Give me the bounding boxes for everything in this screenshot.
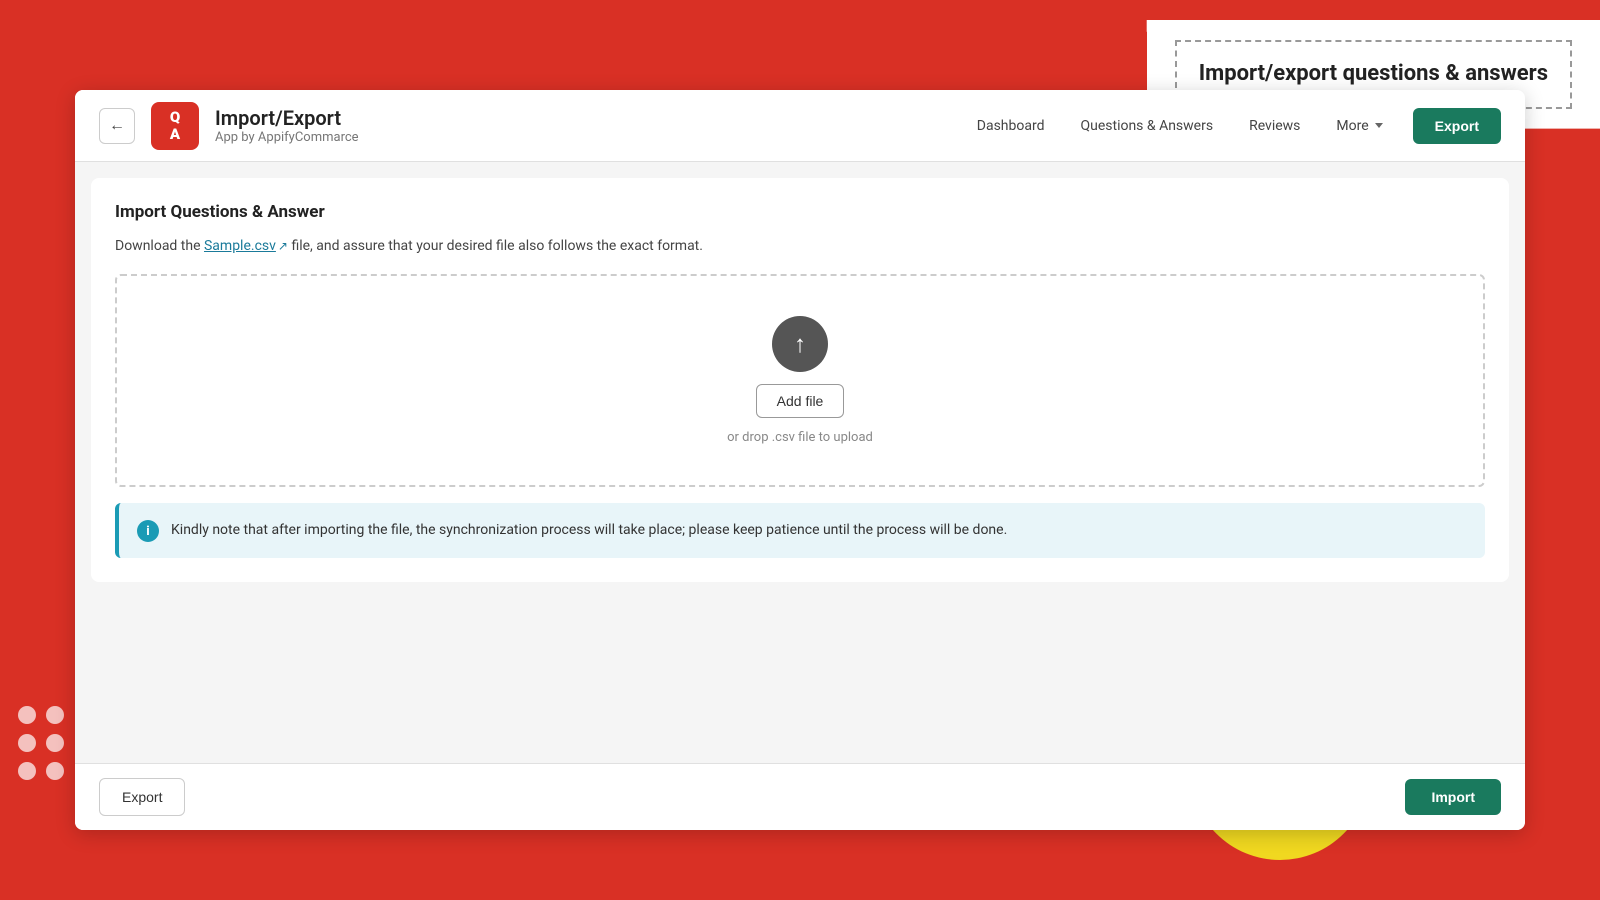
drop-hint-text: or drop .csv file to upload (727, 430, 873, 445)
info-icon: i (137, 520, 159, 542)
header-export-button[interactable]: Export (1413, 108, 1501, 144)
tooltip-title: Import/export questions & answers (1199, 60, 1548, 89)
info-alert: i Kindly note that after importing the f… (115, 503, 1485, 558)
nav-bar: Dashboard Questions & Answers Reviews Mo… (963, 110, 1397, 142)
nav-qa[interactable]: Questions & Answers (1066, 110, 1227, 142)
app-title-group: Import/Export App by AppifyCommarce (215, 106, 947, 145)
nav-dashboard[interactable]: Dashboard (963, 110, 1059, 142)
app-window: ← QA Import/Export App by AppifyCommarce… (75, 90, 1525, 830)
info-paragraph: Download the Sample.csv↗ file, and assur… (115, 238, 1485, 254)
upload-dropzone[interactable]: ↑ Add file or drop .csv file to upload (115, 274, 1485, 487)
app-content: Import Questions & Answer Download the S… (75, 178, 1525, 582)
footer-export-button[interactable]: Export (99, 778, 185, 816)
alert-message: Kindly note that after importing the fil… (171, 519, 1007, 541)
section-title: Import Questions & Answer (115, 202, 1485, 222)
app-footer: Export Import (75, 763, 1525, 830)
nav-more-label: More (1336, 118, 1368, 134)
add-file-button[interactable]: Add file (756, 384, 845, 418)
back-icon: ← (109, 117, 125, 135)
app-logo: QA (151, 102, 199, 150)
upload-icon: ↑ (772, 316, 828, 372)
chevron-down-icon (1375, 123, 1383, 128)
upload-arrow-icon: ↑ (794, 332, 806, 356)
sample-csv-link[interactable]: Sample.csv↗ (204, 238, 288, 254)
app-header: ← QA Import/Export App by AppifyCommarce… (75, 90, 1525, 162)
decorative-dots-left (18, 706, 64, 780)
app-title: Import/Export (215, 106, 947, 130)
external-link-icon: ↗ (278, 239, 288, 253)
nav-reviews[interactable]: Reviews (1235, 110, 1314, 142)
info-text-after: file, and assure that your desired file … (288, 238, 703, 254)
import-card: Import Questions & Answer Download the S… (91, 178, 1509, 582)
back-button[interactable]: ← (99, 108, 135, 144)
info-text-before: Download the (115, 238, 204, 254)
app-subtitle: App by AppifyCommarce (215, 130, 947, 145)
import-button[interactable]: Import (1405, 779, 1501, 815)
nav-more[interactable]: More (1322, 110, 1396, 142)
